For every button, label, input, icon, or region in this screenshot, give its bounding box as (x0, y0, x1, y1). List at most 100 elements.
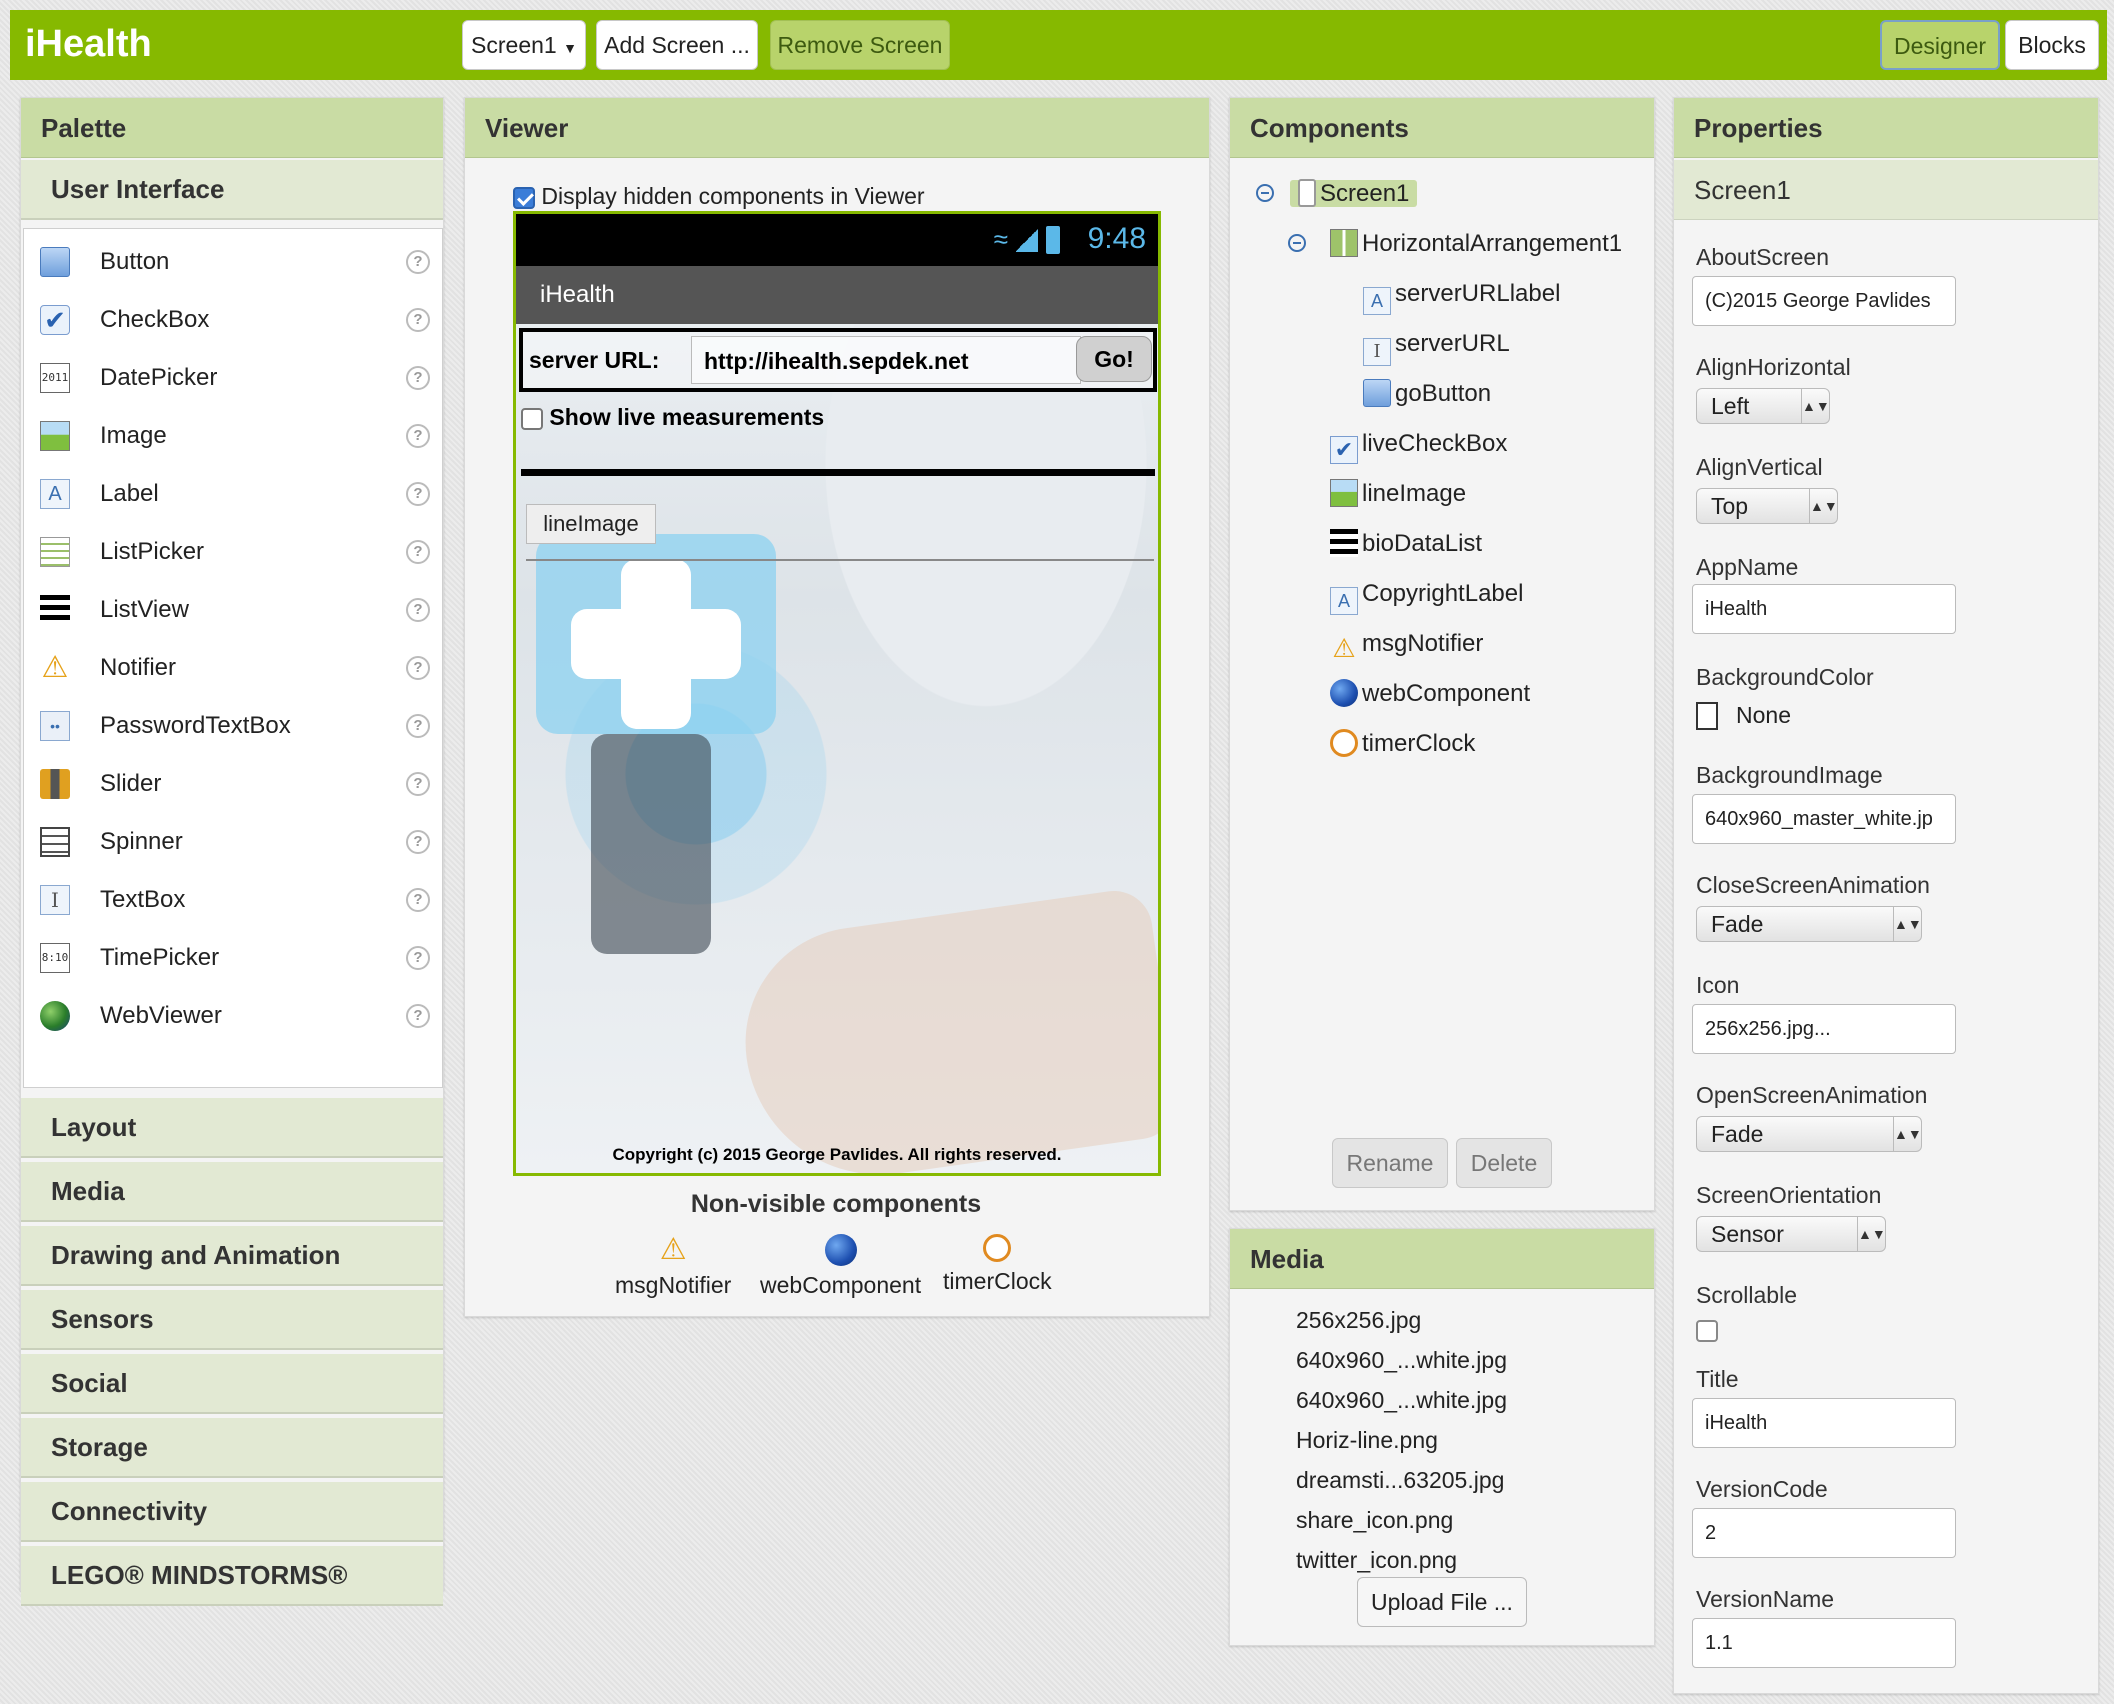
live-checkbox[interactable] (521, 407, 543, 430)
textbox-icon: I (40, 885, 70, 915)
palette-item-listpicker[interactable]: ListPicker ? (24, 523, 442, 581)
help-icon[interactable]: ? (406, 772, 430, 796)
server-url-field[interactable]: http://ihealth.sepdek.net (691, 336, 1081, 384)
help-icon[interactable]: ? (406, 656, 430, 680)
help-icon[interactable]: ? (406, 308, 430, 332)
live-checkbox-row[interactable]: Show live measurements (521, 404, 824, 431)
palette-item-passwordtextbox[interactable]: •• PasswordTextBox ? (24, 697, 442, 755)
palette-item-slider[interactable]: Slider ? (24, 755, 442, 813)
help-icon[interactable]: ? (406, 366, 430, 390)
tree-node-copyrightlabel[interactable]: A CopyrightLabel (1330, 574, 1523, 615)
palette-item-label[interactable]: A Label ? (24, 465, 442, 523)
category-storage[interactable]: Storage (21, 1418, 443, 1478)
media-file[interactable]: dreamsti...63205.jpg (1296, 1467, 1504, 1494)
category-user-interface[interactable]: User Interface (21, 160, 443, 220)
nonvisible-webcomponent[interactable]: webComponent (760, 1234, 921, 1299)
collapse-icon[interactable] (1288, 234, 1306, 252)
tree-node-gobutton[interactable]: goButton (1363, 374, 1491, 414)
category-layout[interactable]: Layout (21, 1098, 443, 1158)
help-icon[interactable]: ? (406, 714, 430, 738)
alarm-clock-icon (1330, 729, 1358, 757)
title-field[interactable]: iHealth (1692, 1398, 1956, 1448)
tree-node-screen1[interactable]: Screen1 (1290, 174, 1418, 214)
palette-item-label: TimePicker (100, 944, 220, 971)
screen-orientation-select[interactable]: Sensor ▲▼ (1696, 1216, 1886, 1252)
help-icon[interactable]: ? (406, 482, 430, 506)
rename-button[interactable]: Rename (1332, 1138, 1448, 1188)
nonvisible-timerclock[interactable]: timerClock (943, 1234, 1052, 1295)
palette-item-label: ListView (100, 596, 189, 623)
align-horizontal-select[interactable]: Left ▲▼ (1696, 388, 1830, 424)
help-icon[interactable]: ? (406, 946, 430, 970)
add-screen-button[interactable]: Add Screen ... (596, 20, 758, 70)
align-vertical-select[interactable]: Top ▲▼ (1696, 488, 1838, 524)
version-name-field[interactable]: 1.1 (1692, 1618, 1956, 1668)
tree-node-serverurl[interactable]: IserverURL (1363, 324, 1510, 366)
display-hidden-row[interactable]: Display hidden components in Viewer (513, 183, 925, 210)
upload-file-button[interactable]: Upload File ... (1357, 1577, 1527, 1627)
media-file[interactable]: 640x960_...white.jpg (1296, 1387, 1507, 1414)
screen-dropdown[interactable]: Screen1 ▼ (462, 20, 586, 70)
background-image-field[interactable]: 640x960_master_white.jp (1692, 794, 1956, 844)
palette-item-timepicker[interactable]: 8:10 TimePicker ? (24, 929, 442, 987)
designer-button[interactable]: Designer (1880, 20, 2000, 70)
about-screen-field[interactable]: (C)2015 George Pavlides (1692, 276, 1956, 326)
version-code-field[interactable]: 2 (1692, 1508, 1956, 1558)
tree-node-serverurllabel[interactable]: AserverURLlabel (1363, 274, 1560, 315)
select-arrows-icon: ▲▼ (1801, 389, 1830, 423)
category-sensors[interactable]: Sensors (21, 1290, 443, 1350)
help-icon[interactable]: ? (406, 250, 430, 274)
category-media[interactable]: Media (21, 1162, 443, 1222)
server-url-label: server URL: (529, 347, 660, 373)
horizontal-arrangement[interactable]: server URL: http://ihealth.sepdek.net Go… (519, 328, 1157, 392)
icon-field[interactable]: 256x256.jpg... (1692, 1004, 1956, 1054)
tree-node-webcomponent[interactable]: webComponent (1330, 674, 1530, 714)
help-icon[interactable]: ? (406, 598, 430, 622)
close-animation-select[interactable]: Fade ▲▼ (1696, 906, 1922, 942)
media-file[interactable]: 640x960_...white.jpg (1296, 1347, 1507, 1374)
line-image-placeholder[interactable]: lineImage (526, 504, 656, 544)
category-connectivity[interactable]: Connectivity (21, 1482, 443, 1542)
palette-item-checkbox[interactable]: ✔ CheckBox ? (24, 291, 442, 349)
delete-button[interactable]: Delete (1456, 1138, 1552, 1188)
help-icon[interactable]: ? (406, 540, 430, 564)
help-icon[interactable]: ? (406, 888, 430, 912)
media-file[interactable]: share_icon.png (1296, 1507, 1453, 1534)
app-name-field[interactable]: iHealth (1692, 584, 1956, 634)
background-color-value[interactable]: None (1736, 702, 1791, 729)
category-drawing-animation[interactable]: Drawing and Animation (21, 1226, 443, 1286)
alarm-clock-icon (983, 1234, 1012, 1262)
palette-item-button[interactable]: Button ? (24, 233, 442, 291)
palette-item-datepicker[interactable]: 2011 DatePicker ? (24, 349, 442, 407)
media-file[interactable]: Horiz-line.png (1296, 1427, 1438, 1454)
media-file[interactable]: 256x256.jpg (1296, 1307, 1421, 1334)
collapse-icon[interactable] (1256, 184, 1274, 202)
nonvisible-msgnotifier[interactable]: ⚠ msgNotifier (615, 1234, 731, 1299)
palette-item-listview[interactable]: ListView ? (24, 581, 442, 639)
palette-item-image[interactable]: Image ? (24, 407, 442, 465)
help-icon[interactable]: ? (406, 424, 430, 448)
tree-node-horizontalarrangement1[interactable]: HorizontalArrangement1 (1330, 224, 1622, 264)
palette-item-webviewer[interactable]: WebViewer ? (24, 987, 442, 1045)
palette-item-spinner[interactable]: Spinner ? (24, 813, 442, 871)
palette-item-notifier[interactable]: ⚠ Notifier ? (24, 639, 442, 697)
tree-node-lineimage[interactable]: lineImage (1330, 474, 1466, 514)
category-social[interactable]: Social (21, 1354, 443, 1414)
category-lego-mindstorms[interactable]: LEGO® MINDSTORMS® (21, 1546, 443, 1606)
tree-node-selected[interactable]: Screen1 (1290, 179, 1418, 207)
scrollable-checkbox[interactable] (1696, 1320, 1718, 1342)
tree-node-msgnotifier[interactable]: ⚠ msgNotifier (1330, 624, 1483, 664)
tree-node-livecheckbox[interactable]: ✔ liveCheckBox (1330, 424, 1507, 464)
tree-node-biodatalist[interactable]: bioDataList (1330, 524, 1482, 564)
help-icon[interactable]: ? (406, 830, 430, 854)
palette-item-textbox[interactable]: I TextBox ? (24, 871, 442, 929)
help-icon[interactable]: ? (406, 1004, 430, 1028)
color-swatch[interactable] (1696, 702, 1718, 730)
media-file[interactable]: twitter_icon.png (1296, 1547, 1457, 1574)
open-animation-select[interactable]: Fade ▲▼ (1696, 1116, 1922, 1152)
display-hidden-checkbox[interactable] (513, 186, 535, 209)
go-button[interactable]: Go! (1076, 336, 1152, 382)
remove-screen-button[interactable]: Remove Screen (770, 20, 950, 70)
blocks-button[interactable]: Blocks (2005, 20, 2099, 70)
tree-node-timerclock[interactable]: timerClock (1330, 724, 1475, 764)
